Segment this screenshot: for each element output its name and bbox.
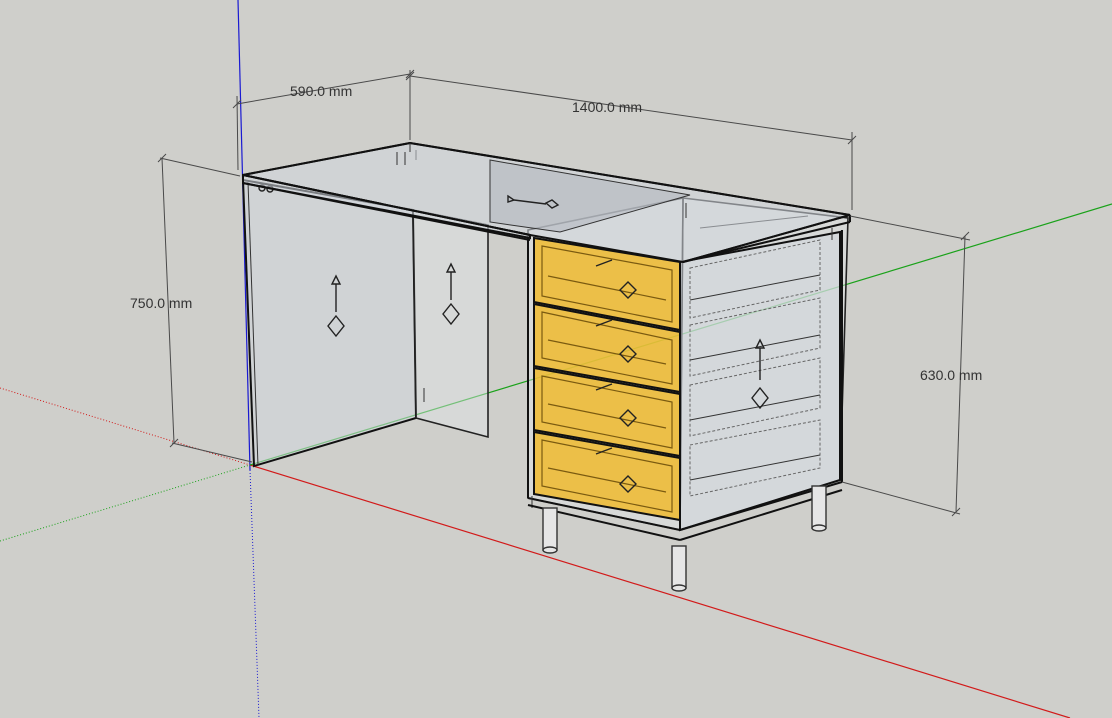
dimension-width-label: 1400.0 mm bbox=[572, 99, 642, 115]
leg-front-right[interactable] bbox=[671, 545, 687, 592]
green-axis-negative bbox=[0, 464, 251, 542]
modeling-viewport[interactable]: 590.0 mm 1400.0 mm 750.0 mm 630.0 mm bbox=[0, 0, 1112, 718]
leg-back-right[interactable] bbox=[811, 485, 827, 532]
drawer-stack[interactable] bbox=[533, 236, 681, 522]
dimension-pedestal-height-label: 630.0 mm bbox=[920, 367, 982, 383]
red-axis-negative bbox=[0, 387, 251, 466]
dimension-depth-label: 590.0 mm bbox=[290, 83, 352, 99]
dimension-height-label: 750.0 mm bbox=[130, 295, 192, 311]
blue-axis-negative bbox=[249, 469, 260, 718]
dimension-pedestal-height[interactable]: 630.0 mm bbox=[841, 215, 982, 517]
leg-front-left[interactable] bbox=[542, 507, 558, 554]
dimension-height[interactable]: 750.0 mm bbox=[130, 153, 253, 463]
scene-canvas[interactable]: 590.0 mm 1400.0 mm 750.0 mm 630.0 mm bbox=[0, 0, 1112, 718]
